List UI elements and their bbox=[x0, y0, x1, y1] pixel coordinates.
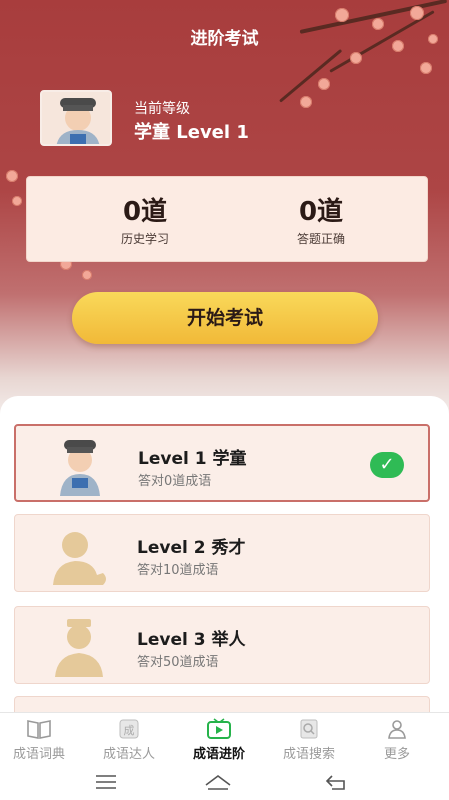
level-list-panel: Level 1 学童 答对0道成语 ✓ Level 2 秀才 答对10道成语 L… bbox=[0, 396, 449, 716]
level-title: Level 1 学童 bbox=[138, 449, 247, 469]
tv-play-icon bbox=[174, 717, 264, 741]
tab-label: 成语进阶 bbox=[192, 747, 245, 762]
badge-icon: 成 bbox=[84, 717, 174, 741]
tab-expert[interactable]: 成 成语达人 bbox=[84, 717, 174, 762]
tab-dictionary[interactable]: 成语词典 bbox=[0, 717, 84, 762]
stat-value: 0道 bbox=[298, 197, 344, 227]
stat-label: 答题正确 bbox=[296, 232, 345, 246]
stat-label: 历史学习 bbox=[120, 232, 169, 246]
level-subtitle: 答对10道成语 bbox=[137, 563, 219, 578]
system-nav-bar bbox=[0, 764, 449, 800]
bottom-tab-bar: 成语词典 成 成语达人 成语进阶 成语搜索 更多 bbox=[0, 712, 449, 764]
svg-text:成: 成 bbox=[124, 724, 135, 737]
stat-history: 0道 历史学习 bbox=[85, 191, 205, 247]
level-title: Level 3 举人 bbox=[137, 630, 246, 650]
book-icon bbox=[0, 717, 84, 741]
current-level-label: 当前等级 bbox=[134, 101, 190, 117]
level-subtitle: 答对0道成语 bbox=[138, 474, 212, 489]
person-icon bbox=[352, 717, 442, 741]
current-level: 学童 Level 1 bbox=[134, 122, 249, 143]
tab-label: 更多 bbox=[383, 747, 410, 762]
tab-label: 成语达人 bbox=[102, 747, 155, 762]
scholar-avatar-icon bbox=[44, 434, 116, 496]
level-card-2[interactable]: Level 2 秀才 答对10道成语 bbox=[14, 514, 430, 592]
tab-more[interactable]: 更多 bbox=[352, 717, 442, 762]
locked-silhouette-icon bbox=[43, 615, 115, 677]
back-icon[interactable] bbox=[316, 770, 356, 794]
avatar bbox=[40, 90, 112, 146]
search-book-icon bbox=[264, 717, 354, 741]
menu-icon[interactable] bbox=[86, 770, 126, 794]
home-icon[interactable] bbox=[198, 770, 238, 794]
level-card-3[interactable]: Level 3 举人 答对50道成语 bbox=[14, 606, 430, 684]
level-title: Level 2 秀才 bbox=[137, 538, 246, 558]
tab-search[interactable]: 成语搜索 bbox=[264, 717, 354, 762]
level-card-1[interactable]: Level 1 学童 答对0道成语 ✓ bbox=[14, 424, 430, 502]
stats-card: 0道 历史学习 0道 答题正确 bbox=[26, 176, 428, 262]
tab-label: 成语搜索 bbox=[282, 747, 335, 762]
locked-silhouette-icon bbox=[43, 523, 115, 585]
page-title: 进阶考试 bbox=[190, 29, 259, 49]
start-exam-button[interactable]: 开始考试 bbox=[72, 292, 378, 344]
tab-advance[interactable]: 成语进阶 bbox=[174, 717, 264, 762]
stat-value: 0道 bbox=[122, 197, 168, 227]
level-subtitle: 答对50道成语 bbox=[137, 655, 219, 670]
stat-correct: 0道 答题正确 bbox=[261, 191, 381, 247]
checkmark-icon: ✓ bbox=[370, 452, 404, 478]
tab-label: 成语词典 bbox=[12, 747, 65, 762]
